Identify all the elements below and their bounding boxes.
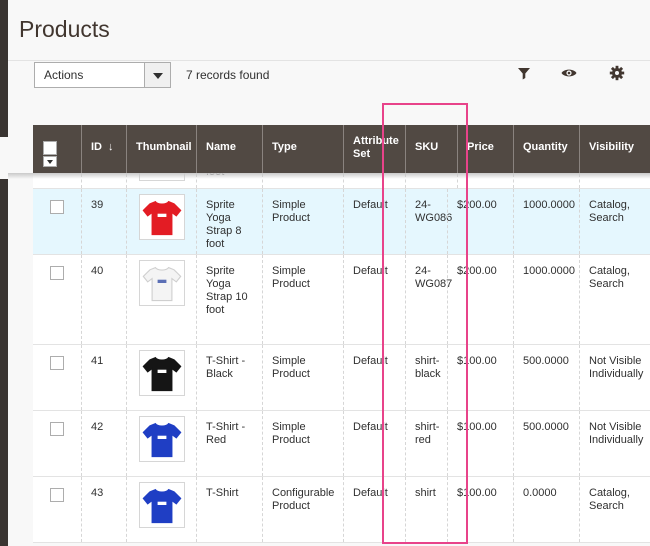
cell-attribute-set: Default (343, 189, 405, 254)
cell-id: 43 (81, 477, 126, 542)
thumbnail-image[interactable] (139, 260, 185, 306)
column-header-sku[interactable]: SKU (405, 125, 457, 173)
cell-name: Sprite Yoga Strap 10 foot (196, 255, 262, 344)
cell-price: $200.00 (447, 255, 503, 344)
cell-id: 40 (81, 255, 126, 344)
row-checkbox[interactable] (50, 200, 64, 214)
sort-down-icon: ↓ (108, 141, 114, 153)
tshirt-icon (142, 356, 182, 392)
cell-attribute-set: Default (343, 345, 405, 410)
actions-dropdown-label: Actions (44, 68, 84, 82)
cell-price: $100.00 (447, 411, 503, 476)
table-row-41[interactable]: 41 T-Shirt - Black Simple Product Default … (33, 345, 650, 411)
row-checkbox[interactable] (50, 422, 64, 436)
cell-visibility: Catalog, Search (579, 255, 650, 344)
cell-name: Sprite Yoga Strap 8 foot (196, 189, 262, 254)
cell-type: Simple Product (262, 255, 343, 344)
products-grid: foot 39 SpriteYogaStrap 8foot SimpleProd… (33, 173, 650, 546)
toolbar-divider (8, 60, 650, 61)
column-header-thumbnail[interactable]: Thumbnail (126, 125, 196, 173)
cell-visibility: Not Visible Individually (579, 345, 650, 410)
cell-price: $100.00 (447, 477, 503, 542)
cell-price: $200.00 (447, 189, 503, 254)
actions-dropdown[interactable]: Actions (34, 62, 171, 88)
cell-type: Simple Product (262, 411, 343, 476)
cell-attribute-set: Default (343, 477, 405, 542)
cell-quantity: 1000.0000 (513, 189, 579, 254)
thumbnail-image[interactable] (139, 350, 185, 396)
cell-attribute-set: Default (343, 255, 405, 344)
column-header-name[interactable]: Name (196, 125, 262, 173)
records-count: 7 records found (186, 68, 270, 82)
cell-quantity: 1000.0000 (513, 255, 579, 344)
tshirt-icon (142, 488, 182, 524)
mass-select-dropdown[interactable] (43, 156, 57, 167)
page-title: Products (19, 16, 110, 42)
row-checkbox[interactable] (50, 266, 64, 280)
cell-type: Simple Product (262, 345, 343, 410)
cell-type: Configurable Product (262, 477, 343, 542)
column-header-quantity[interactable]: Quantity (513, 125, 579, 173)
eye-icon[interactable] (561, 65, 577, 81)
tshirt-icon (142, 200, 182, 236)
table-row-42[interactable]: 42 T-Shirt - Red Simple Product Default sh… (33, 411, 650, 477)
thumbnail-image[interactable] (139, 194, 185, 240)
cell-quantity: 500.0000 (513, 345, 579, 410)
column-header-id[interactable]: ID ↓ (81, 125, 126, 173)
row-checkbox[interactable] (50, 356, 64, 370)
cell-visibility: Not Visible Individually (579, 411, 650, 476)
cell-price: $100.00 (447, 345, 503, 410)
grid-header: ID ↓ Thumbnail Name Type Attribute Set SKU… (33, 125, 650, 173)
column-header-visibility[interactable]: Visibility (579, 125, 650, 173)
cell-visibility: Catalog, Search (579, 477, 650, 542)
select-all-column (33, 125, 81, 173)
thumbnail-image[interactable] (139, 416, 185, 462)
gear-icon[interactable] (609, 65, 625, 81)
cell-type: Simple Product (262, 189, 343, 254)
thumbnail-image[interactable] (139, 482, 185, 528)
cell-id: 42 (81, 411, 126, 476)
cell-quantity: 0.0000 (513, 477, 579, 542)
cell-id: 41 (81, 345, 126, 410)
header-shadow (8, 173, 650, 179)
filter-icon[interactable] (516, 65, 532, 81)
column-header-attribute-set[interactable]: Attribute Set (343, 125, 405, 173)
table-row-40[interactable]: 40 Sprite Yoga Strap 10 foot Simple Product … (33, 255, 650, 345)
column-header-price[interactable]: Price (457, 125, 513, 173)
column-header-type[interactable]: Type (262, 125, 343, 173)
cell-quantity: 500.0000 (513, 411, 579, 476)
cell-visibility: Catalog, Search (579, 189, 650, 254)
cell-name: T-Shirt - Black (196, 345, 262, 410)
cell-id: 39 (81, 189, 126, 254)
chevron-down-icon (153, 73, 163, 79)
cell-name: T-Shirt (196, 477, 262, 542)
select-all-checkbox[interactable] (43, 141, 57, 155)
tshirt-icon (142, 422, 182, 458)
cell-attribute-set: Default (343, 411, 405, 476)
cell-name: T-Shirt - Red (196, 411, 262, 476)
left-sidebar-edge (0, 0, 8, 546)
table-row-43[interactable]: 43 T-Shirt Configurable Product Default s… (33, 477, 650, 543)
row-checkbox[interactable] (50, 488, 64, 502)
actions-dropdown-toggle[interactable] (144, 63, 170, 87)
tshirt-icon (142, 266, 182, 302)
table-row-39[interactable]: 39 Sprite Yoga Strap 8 foot Simple Product D… (33, 189, 650, 255)
